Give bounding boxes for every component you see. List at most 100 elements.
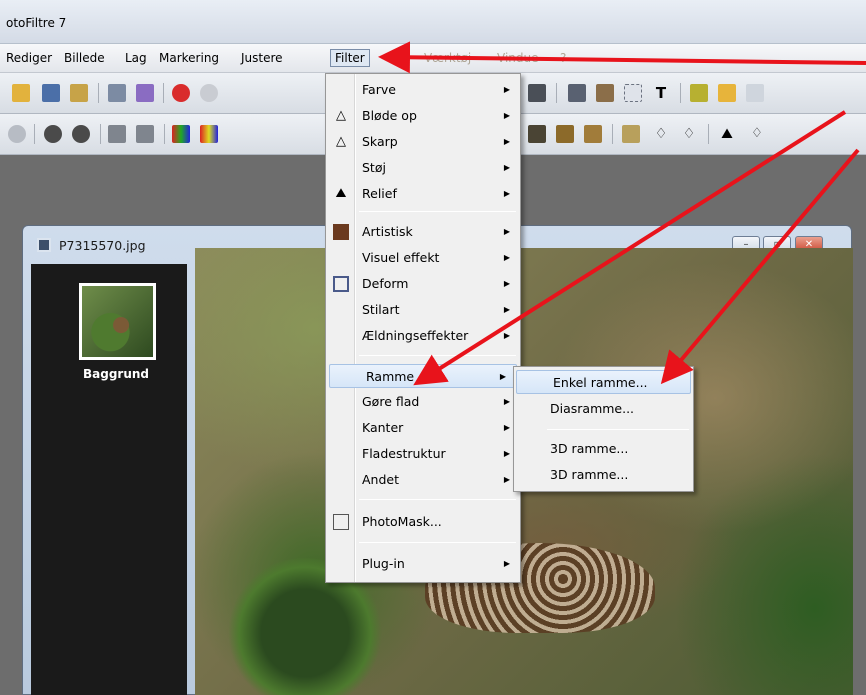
menu-item-label: Relief bbox=[362, 186, 397, 201]
window-icon[interactable] bbox=[746, 84, 764, 102]
relief-icon[interactable]: ⛰ bbox=[718, 125, 736, 143]
app-title: otoFiltre 7 bbox=[6, 16, 67, 30]
menu-item-label: Fladestruktur bbox=[362, 446, 446, 461]
menu-help[interactable]: ? bbox=[556, 50, 570, 66]
contrast-minus-icon[interactable] bbox=[44, 125, 62, 143]
marquee-icon[interactable] bbox=[624, 84, 642, 102]
menu-item-photomask[interactable]: PhotoMask... bbox=[326, 510, 520, 534]
menu-item-andet[interactable]: Andet ▶ bbox=[326, 468, 520, 492]
menu-item-3d-ramme-2[interactable]: 3D ramme... bbox=[514, 463, 693, 487]
menu-vis[interactable]: Vis bbox=[388, 50, 414, 66]
menu-justere[interactable]: Justere bbox=[237, 50, 287, 66]
menu-item-gore-flad[interactable]: Gøre flad ▶ bbox=[326, 390, 520, 414]
menu-item-visuel-effekt[interactable]: Visuel effekt ▶ bbox=[326, 246, 520, 270]
menu-item-plug-in[interactable]: Plug-in ▶ bbox=[326, 552, 520, 576]
star-icon[interactable] bbox=[718, 84, 736, 102]
save-as-icon[interactable] bbox=[70, 84, 88, 102]
menu-item-label: Plug-in bbox=[362, 556, 405, 571]
undo-icon[interactable] bbox=[172, 84, 190, 102]
menu-item-label: Visuel effekt bbox=[362, 250, 440, 265]
document-icon bbox=[37, 238, 51, 252]
menu-item-deform[interactable]: Deform ▶ bbox=[326, 272, 520, 296]
title-bar: otoFiltre 7 bbox=[0, 0, 866, 44]
menu-item-relief[interactable]: ⛰ Relief ▶ bbox=[326, 182, 520, 206]
contrast-plus-icon[interactable] bbox=[72, 125, 90, 143]
menu-item-label: Enkel ramme... bbox=[553, 375, 648, 390]
gamma-plus-icon[interactable] bbox=[136, 125, 154, 143]
menu-item-3d-ramme[interactable]: 3D ramme... bbox=[514, 437, 693, 461]
submenu-arrow-icon: ▶ bbox=[503, 85, 510, 94]
layer-icon[interactable] bbox=[568, 84, 586, 102]
menu-rediger[interactable]: Rediger bbox=[2, 50, 56, 66]
submenu-arrow-icon: ▶ bbox=[503, 305, 510, 314]
scan-icon[interactable] bbox=[136, 84, 154, 102]
layer-filmstrip: Baggrund bbox=[31, 264, 187, 695]
menu-item-enkel-ramme[interactable]: Enkel ramme... bbox=[516, 370, 691, 394]
menu-vindue[interactable]: Vindue bbox=[493, 50, 543, 66]
menu-item-label: 3D ramme... bbox=[550, 467, 629, 482]
menu-item-label: Skarp bbox=[362, 134, 398, 149]
menu-item-stoj[interactable]: Støj ▶ bbox=[326, 156, 520, 180]
menu-item-diasramme[interactable]: Diasramme... bbox=[514, 397, 693, 421]
menu-item-aeldningseffekter[interactable]: Ældningseffekter ▶ bbox=[326, 324, 520, 348]
menu-item-label: 3D ramme... bbox=[550, 441, 629, 456]
triangle-icon: △ bbox=[336, 134, 346, 149]
menu-item-label: Diasramme... bbox=[550, 401, 635, 416]
menu-item-farve[interactable]: Farve ▶ bbox=[326, 78, 520, 102]
text-tool-icon[interactable]: T bbox=[652, 84, 670, 102]
gamma-minus-icon[interactable] bbox=[108, 125, 126, 143]
mountain-icon: ⛰ bbox=[335, 186, 347, 201]
mask-icon bbox=[333, 514, 349, 530]
layer-thumbnail[interactable] bbox=[79, 283, 156, 360]
soften-drop-icon[interactable]: ♢ bbox=[652, 125, 670, 143]
brightness-icon[interactable] bbox=[8, 125, 26, 143]
menu-vaerktoj[interactable]: Værktøj bbox=[420, 50, 475, 66]
grid-icon bbox=[333, 276, 349, 292]
filter-tool-icon[interactable] bbox=[528, 84, 546, 102]
ramme-submenu: Enkel ramme... Diasramme... 3D ramme... … bbox=[513, 366, 694, 492]
menu-item-label: Bløde op bbox=[362, 108, 417, 123]
drop-small-icon[interactable]: ♢ bbox=[748, 125, 766, 143]
menu-bar: Rediger Billede Lag Markering Justere Fi… bbox=[0, 44, 866, 73]
open-icon[interactable] bbox=[12, 84, 30, 102]
submenu-arrow-icon: ▶ bbox=[503, 449, 510, 458]
menu-item-label: Ældningseffekter bbox=[362, 328, 469, 343]
menu-billede[interactable]: Billede bbox=[60, 50, 109, 66]
menu-markering[interactable]: Markering bbox=[155, 50, 223, 66]
blur-icon[interactable] bbox=[528, 125, 546, 143]
saturation-plus-icon[interactable] bbox=[200, 125, 218, 143]
menu-item-label: PhotoMask... bbox=[362, 514, 442, 529]
menu-item-label: Støj bbox=[362, 160, 386, 175]
selection-icon[interactable] bbox=[596, 84, 614, 102]
submenu-arrow-icon: ▶ bbox=[503, 227, 510, 236]
submenu-arrow-icon: ▶ bbox=[503, 279, 510, 288]
submenu-arrow-icon: ▶ bbox=[503, 559, 510, 568]
menu-item-label: Deform bbox=[362, 276, 409, 291]
menu-item-skarp[interactable]: △ Skarp ▶ bbox=[326, 130, 520, 154]
saturation-minus-icon[interactable] bbox=[172, 125, 190, 143]
menu-item-label: Ramme bbox=[366, 369, 415, 384]
menu-item-kanter[interactable]: Kanter ▶ bbox=[326, 416, 520, 440]
effects-icon[interactable] bbox=[690, 84, 708, 102]
pixelate-icon[interactable] bbox=[584, 125, 602, 143]
mosaic-icon[interactable] bbox=[556, 125, 574, 143]
menu-item-ramme[interactable]: Ramme ▶ bbox=[329, 364, 517, 388]
submenu-arrow-icon: ▶ bbox=[503, 423, 510, 432]
submenu-arrow-icon: ▶ bbox=[503, 253, 510, 262]
menu-lag[interactable]: Lag bbox=[121, 50, 151, 66]
menu-filter[interactable]: Filter bbox=[330, 49, 370, 67]
sharpen-drop-icon[interactable]: ♢ bbox=[680, 125, 698, 143]
print-icon[interactable] bbox=[108, 84, 126, 102]
submenu-arrow-icon: ▶ bbox=[503, 163, 510, 172]
menu-item-stilart[interactable]: Stilart ▶ bbox=[326, 298, 520, 322]
save-icon[interactable] bbox=[42, 84, 60, 102]
redo-icon[interactable] bbox=[200, 84, 218, 102]
submenu-arrow-icon: ▶ bbox=[503, 111, 510, 120]
menu-item-blode-op[interactable]: △ Bløde op ▶ bbox=[326, 104, 520, 128]
menu-item-fladestruktur[interactable]: Fladestruktur ▶ bbox=[326, 442, 520, 466]
frame-icon[interactable] bbox=[622, 125, 640, 143]
submenu-arrow-icon: ▶ bbox=[499, 372, 506, 381]
menu-item-artistisk[interactable]: Artistisk ▶ bbox=[326, 220, 520, 244]
submenu-arrow-icon: ▶ bbox=[503, 189, 510, 198]
submenu-arrow-icon: ▶ bbox=[503, 475, 510, 484]
